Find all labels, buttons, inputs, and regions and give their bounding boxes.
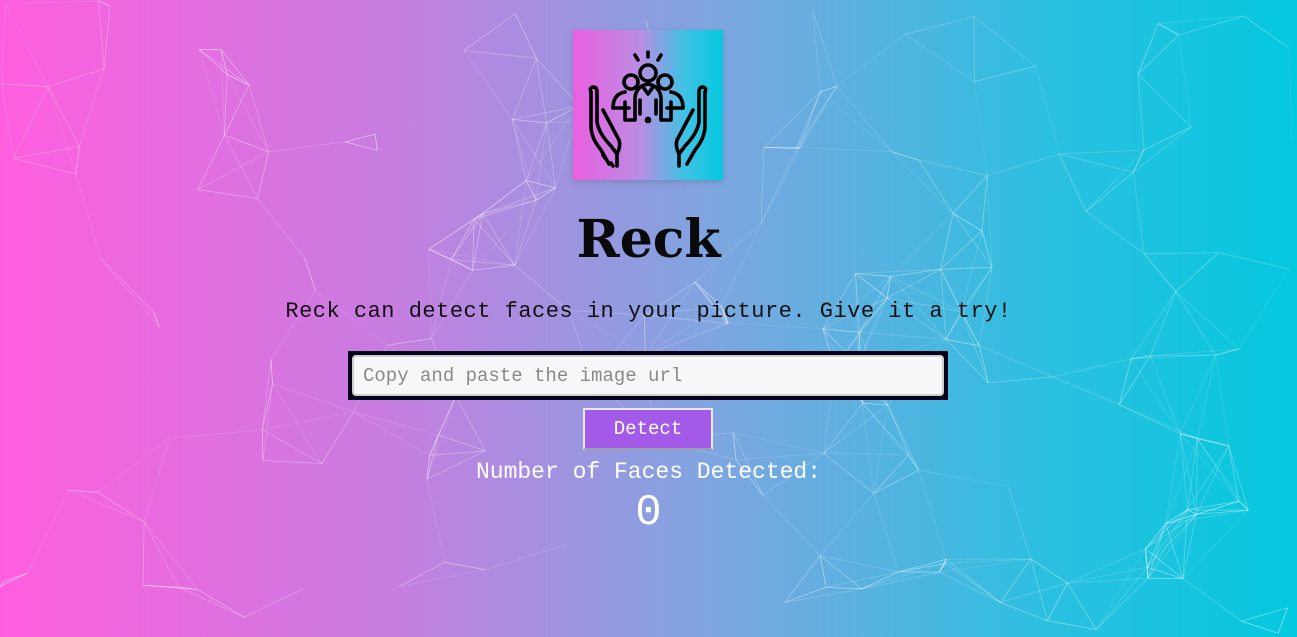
- hands-holding-people-icon: [588, 50, 708, 168]
- page-title: Reck: [576, 209, 721, 270]
- detect-button[interactable]: Detect: [583, 408, 713, 450]
- faces-count-label: Number of Faces Detected:: [475, 459, 822, 485]
- app-logo: [573, 30, 723, 180]
- tagline: Reck can detect faces in your picture. G…: [285, 299, 1012, 324]
- image-url-input[interactable]: [352, 355, 944, 396]
- faces-count-value: 0: [635, 488, 662, 538]
- url-input-frame: [348, 351, 948, 400]
